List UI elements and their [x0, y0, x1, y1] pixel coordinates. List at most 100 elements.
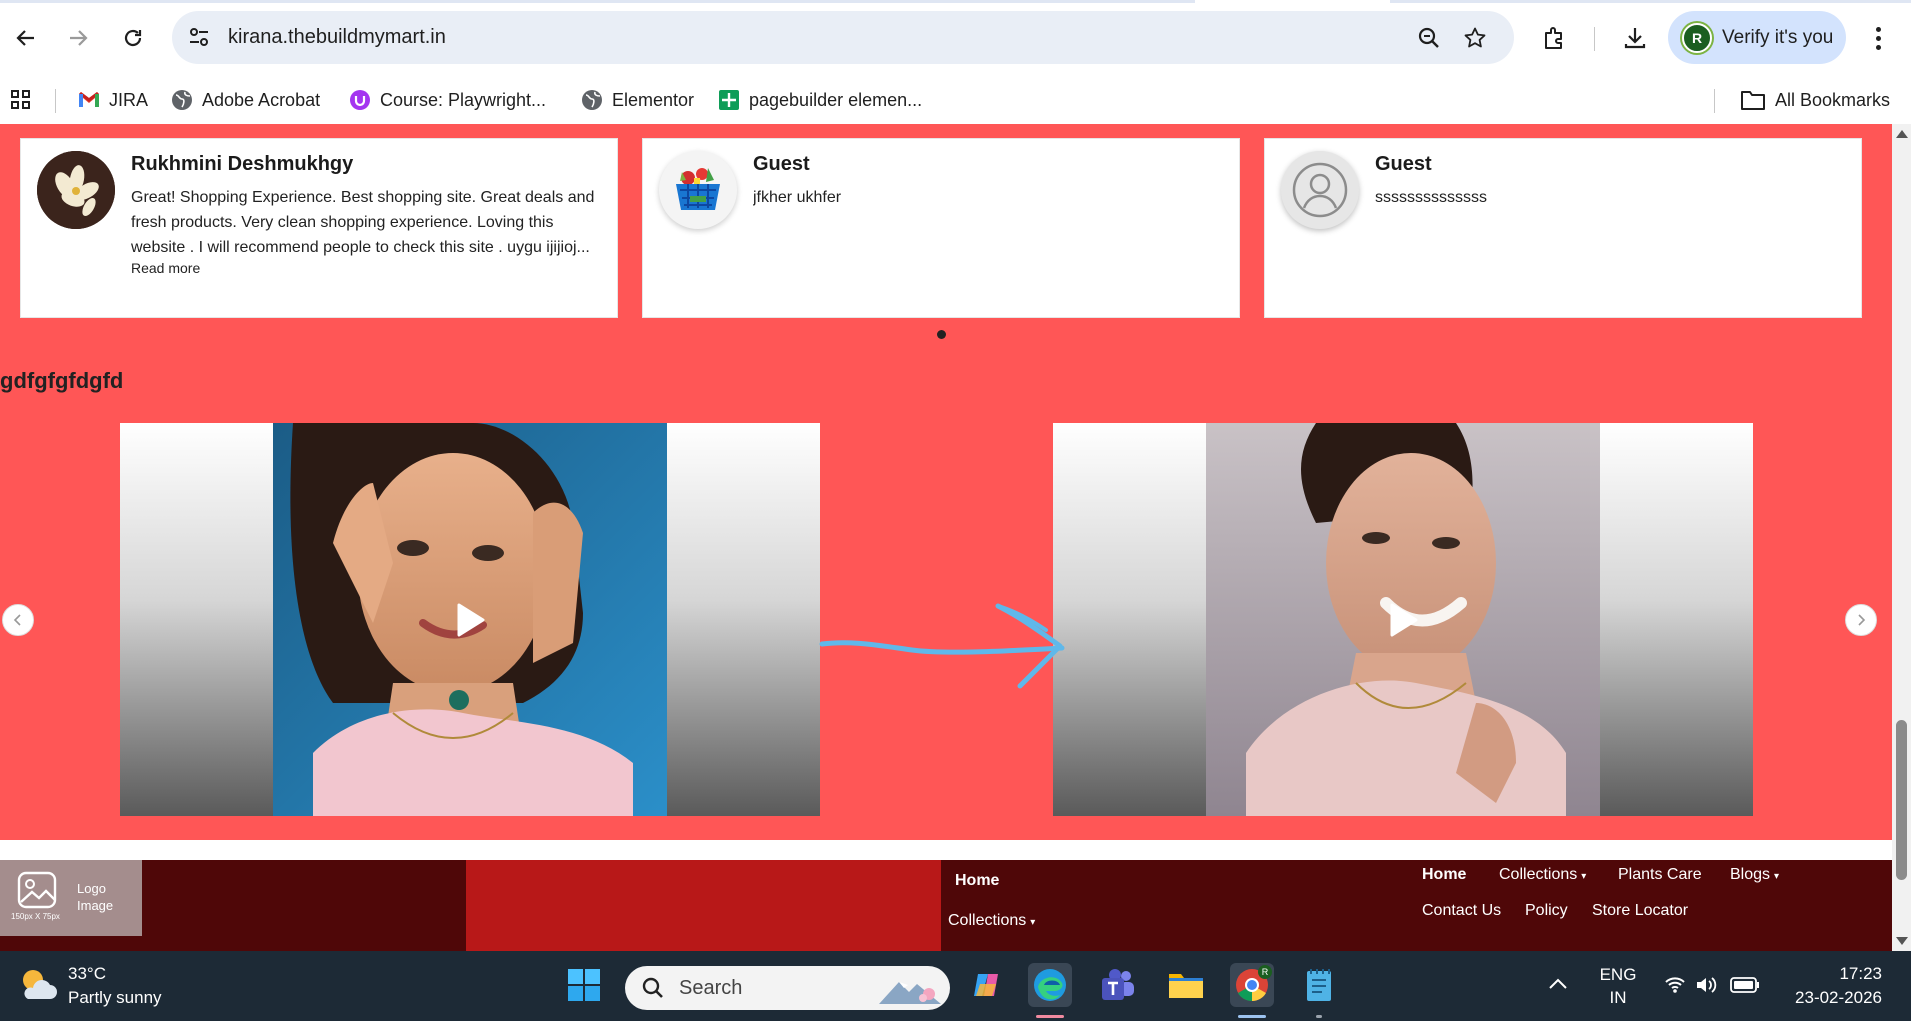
footer-menu-policy[interactable]: Policy [1525, 902, 1568, 920]
video-card[interactable] [120, 423, 820, 816]
sheets-icon [719, 90, 739, 110]
forward-button[interactable] [58, 18, 98, 58]
reviewer-avatar [1281, 151, 1359, 229]
zoom-icon[interactable] [1414, 23, 1444, 53]
notepad-app[interactable] [1297, 963, 1341, 1018]
footer-menu-label: Collections [1499, 866, 1578, 883]
clock-time[interactable]: 17:23 [1786, 964, 1882, 984]
weather-temperature[interactable]: 33°C [68, 964, 106, 984]
footer-nav-home[interactable]: Home [955, 872, 999, 890]
scroll-down-arrow-icon[interactable] [1896, 937, 1908, 945]
weather-description[interactable]: Partly sunny [68, 988, 162, 1008]
all-bookmarks-button[interactable]: All Bookmarks [1740, 86, 1890, 114]
grocery-basket-icon [676, 168, 720, 210]
profile-avatar: R [1682, 22, 1712, 53]
reviewer-name: Guest [753, 153, 810, 175]
scroll-thumb[interactable] [1896, 720, 1907, 880]
footer-nav-collections[interactable]: Collections ▾ [948, 912, 1035, 930]
teams-app[interactable] [1096, 963, 1140, 1007]
video-section-heading: gdfgfgfdgfd [0, 368, 124, 393]
bookmark-label: Course: Playwright... [380, 89, 547, 110]
verify-label: Verify it's you [1722, 26, 1834, 48]
taskbar-search[interactable]: Search [625, 966, 950, 1010]
footer-menu-home[interactable]: Home [1422, 866, 1466, 884]
browser-menu-icon[interactable] [1866, 22, 1890, 54]
footer-menu-contact-us[interactable]: Contact Us [1422, 902, 1501, 920]
footer-menu-store-locator[interactable]: Store Locator [1592, 902, 1688, 920]
chevron-left-icon [13, 614, 21, 626]
bookmarks-divider [55, 89, 56, 113]
forward-arrow-icon [70, 30, 88, 46]
video-card[interactable] [1053, 423, 1753, 816]
carousel-dot[interactable] [937, 330, 946, 339]
verify-identity-button[interactable]: R Verify it's you [1668, 11, 1846, 64]
review-text: ssssssssssssss [1375, 189, 1487, 206]
start-button[interactable] [562, 963, 606, 1007]
toolbar-divider [1594, 27, 1595, 51]
edge-icon [1034, 969, 1066, 1001]
copilot-icon [974, 974, 998, 996]
active-app-indicator [1036, 1015, 1064, 1018]
copilot-app[interactable] [965, 963, 1009, 1007]
edge-app[interactable] [1028, 963, 1072, 1018]
testimonials-video-section: Rukhmini Deshmukhgy Great! Shopping Expe… [0, 124, 1892, 840]
slider-prev-button[interactable] [2, 604, 34, 636]
address-bar[interactable]: kirana.thebuildmymart.in [172, 11, 1514, 64]
footer-menu-collections[interactable]: Collections ▾ [1499, 866, 1586, 884]
downloads-icon[interactable] [1617, 20, 1653, 56]
footer-menu-blogs[interactable]: Blogs ▾ [1730, 866, 1779, 884]
language-code[interactable]: ENG [1596, 965, 1640, 985]
reviewer-name: Guest [1375, 153, 1432, 175]
bookmark-jira[interactable]: JIRA [78, 86, 148, 114]
windows-taskbar: 33°C Partly sunny Search R ENG IN 17:23 [0, 951, 1911, 1021]
footer-nav-label: Collections [948, 912, 1027, 929]
folder-icon [1741, 91, 1765, 110]
browser-toolbar: kirana.thebuildmymart.in R Verify it's y… [0, 0, 1911, 76]
battery-icon[interactable] [1730, 977, 1760, 993]
bookmarks-divider [1714, 89, 1715, 113]
slider-next-button[interactable] [1845, 604, 1877, 636]
bookmark-label: JIRA [109, 89, 149, 110]
language-region[interactable]: IN [1596, 988, 1640, 1008]
bookmark-star-icon[interactable] [1460, 23, 1490, 53]
reviewer-avatar [659, 151, 737, 229]
footer-menu-plants-care[interactable]: Plants Care [1618, 866, 1702, 884]
site-footer: Logo Image 150px X 75px Home Collections… [0, 860, 1892, 951]
bookmark-label: pagebuilder elemen... [749, 89, 923, 110]
bookmark-label: Elementor [612, 89, 695, 110]
caret-down-icon: ▾ [1581, 871, 1587, 882]
read-more-link[interactable]: Read more [131, 260, 200, 276]
footer-logo[interactable]: Logo Image 150px X 75px [0, 860, 142, 936]
volume-icon[interactable] [1695, 975, 1717, 995]
footer-block [466, 860, 941, 951]
page-viewport: Rukhmini Deshmukhgy Great! Shopping Expe… [0, 124, 1892, 951]
clock-date[interactable]: 23-02-2026 [1786, 988, 1882, 1008]
gmail-icon [79, 92, 99, 107]
review-text: Great! Shopping Experience. Best shoppin… [131, 189, 595, 256]
url-text[interactable]: kirana.thebuildmymart.in [228, 26, 446, 49]
windows-logo-icon [568, 969, 600, 1001]
apps-grid-icon[interactable] [10, 86, 32, 114]
back-button[interactable] [6, 18, 46, 58]
review-card: Guest jfkher ukhfer [642, 138, 1240, 318]
reload-button[interactable] [113, 18, 153, 58]
bookmark-course-playwright[interactable]: Course: Playwright... [349, 86, 546, 114]
bookmark-pagebuilder[interactable]: pagebuilder elemen... [718, 86, 922, 114]
bookmark-elementor[interactable]: Elementor [581, 86, 694, 114]
page-scrollbar[interactable] [1892, 124, 1911, 951]
review-card: Guest ssssssssssssss [1264, 138, 1862, 318]
bookmark-adobe-acrobat[interactable]: Adobe Acrobat [171, 86, 320, 114]
chrome-app[interactable]: R [1230, 963, 1274, 1018]
site-settings-icon[interactable] [186, 24, 212, 55]
play-icon[interactable] [1386, 602, 1420, 638]
weather-partly-sunny-icon[interactable] [18, 965, 60, 1005]
wifi-icon[interactable] [1664, 975, 1686, 995]
chevron-up-icon[interactable] [1548, 977, 1568, 991]
profile-badge-icon: R [1258, 965, 1272, 979]
caret-down-icon: ▾ [1030, 917, 1036, 928]
file-explorer-app[interactable] [1164, 963, 1208, 1007]
search-highlight-icon [879, 982, 941, 1004]
scroll-up-arrow-icon[interactable] [1896, 130, 1908, 138]
extensions-icon[interactable] [1536, 20, 1572, 56]
play-icon[interactable] [453, 602, 487, 638]
